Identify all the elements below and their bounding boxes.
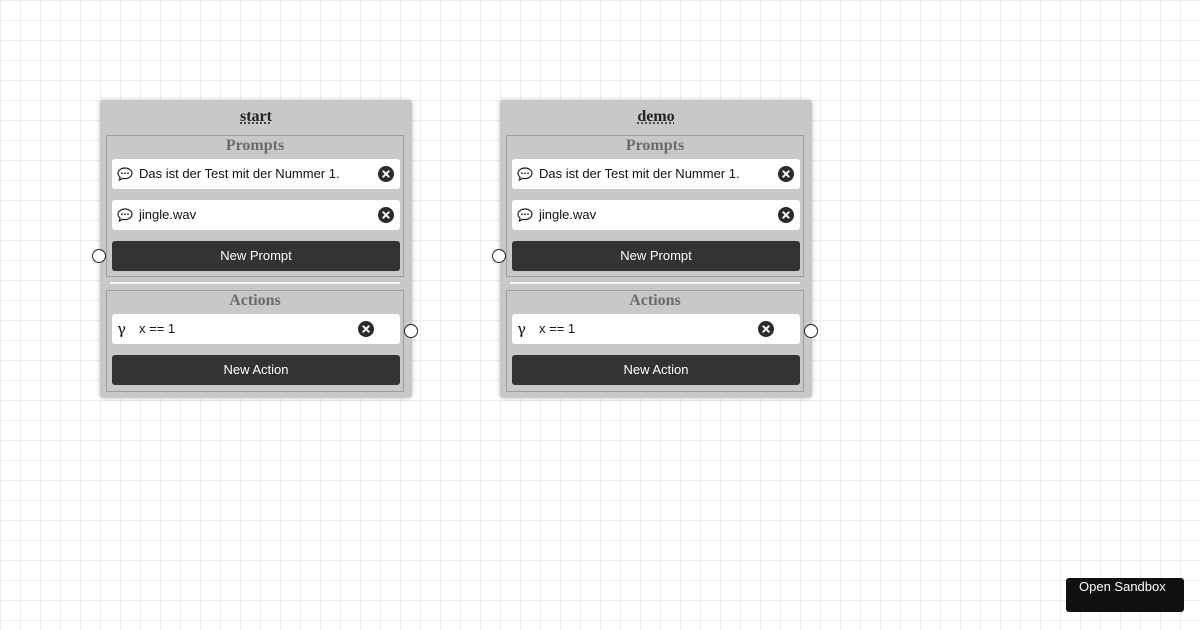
- prompt-text: Das ist der Test mit der Nummer 1.: [139, 166, 340, 181]
- output-port[interactable]: [404, 324, 418, 338]
- actions-section: Actions γ x == 1 New Action: [506, 290, 804, 392]
- speech-bubble-icon: [117, 167, 133, 181]
- gamma-icon: γ: [517, 320, 526, 338]
- prompts-section-title: Prompts: [625, 137, 685, 154]
- action-condition: x == 1: [539, 321, 576, 336]
- prompt-text: jingle.wav: [539, 207, 597, 222]
- close-icon[interactable]: [778, 166, 794, 182]
- node-title[interactable]: start: [100, 108, 412, 126]
- prompt-text: jingle.wav: [139, 207, 197, 222]
- node-title[interactable]: demo: [500, 108, 812, 126]
- action-condition: x == 1: [139, 321, 176, 336]
- action-item[interactable]: γ x == 1: [112, 314, 400, 344]
- prompt-item[interactable]: jingle.wav: [512, 200, 800, 230]
- actions-section: Actions γ x == 1 New Action: [106, 290, 404, 392]
- section-divider: [110, 282, 400, 284]
- close-icon[interactable]: [778, 207, 794, 223]
- close-icon[interactable]: [358, 321, 374, 337]
- speech-bubble-icon: [117, 208, 133, 222]
- prompt-item[interactable]: jingle.wav: [112, 200, 400, 230]
- new-action-button[interactable]: New Action: [512, 355, 800, 385]
- new-prompt-button[interactable]: New Prompt: [512, 241, 800, 271]
- prompt-text: Das ist der Test mit der Nummer 1.: [539, 166, 740, 181]
- action-item[interactable]: γ x == 1: [512, 314, 800, 344]
- open-sandbox-button[interactable]: Open Sandbox: [1066, 578, 1184, 612]
- node-start[interactable]: start Prompts Das ist der Test mit der N…: [92, 100, 418, 398]
- output-port[interactable]: [804, 324, 818, 338]
- node-demo[interactable]: demo Prompts Das ist der Test mit der Nu…: [492, 100, 818, 398]
- prompt-item[interactable]: Das ist der Test mit der Nummer 1.: [512, 159, 800, 189]
- close-icon[interactable]: [758, 321, 774, 337]
- prompts-section-title: Prompts: [225, 137, 285, 154]
- prompts-section: Prompts Das ist der Test mit der Nummer …: [106, 135, 404, 277]
- new-prompt-button[interactable]: New Prompt: [112, 241, 400, 271]
- gamma-icon: γ: [117, 320, 126, 338]
- input-port[interactable]: [92, 249, 106, 263]
- prompt-item[interactable]: Das ist der Test mit der Nummer 1.: [112, 159, 400, 189]
- new-action-button[interactable]: New Action: [112, 355, 400, 385]
- speech-bubble-icon: [517, 167, 533, 181]
- close-icon[interactable]: [378, 166, 394, 182]
- input-port[interactable]: [492, 249, 506, 263]
- close-icon[interactable]: [378, 207, 394, 223]
- actions-section-title: Actions: [229, 292, 281, 309]
- prompts-section: Prompts Das ist der Test mit der Nummer …: [506, 135, 804, 277]
- section-divider: [510, 282, 800, 284]
- actions-section-title: Actions: [629, 292, 681, 309]
- speech-bubble-icon: [517, 208, 533, 222]
